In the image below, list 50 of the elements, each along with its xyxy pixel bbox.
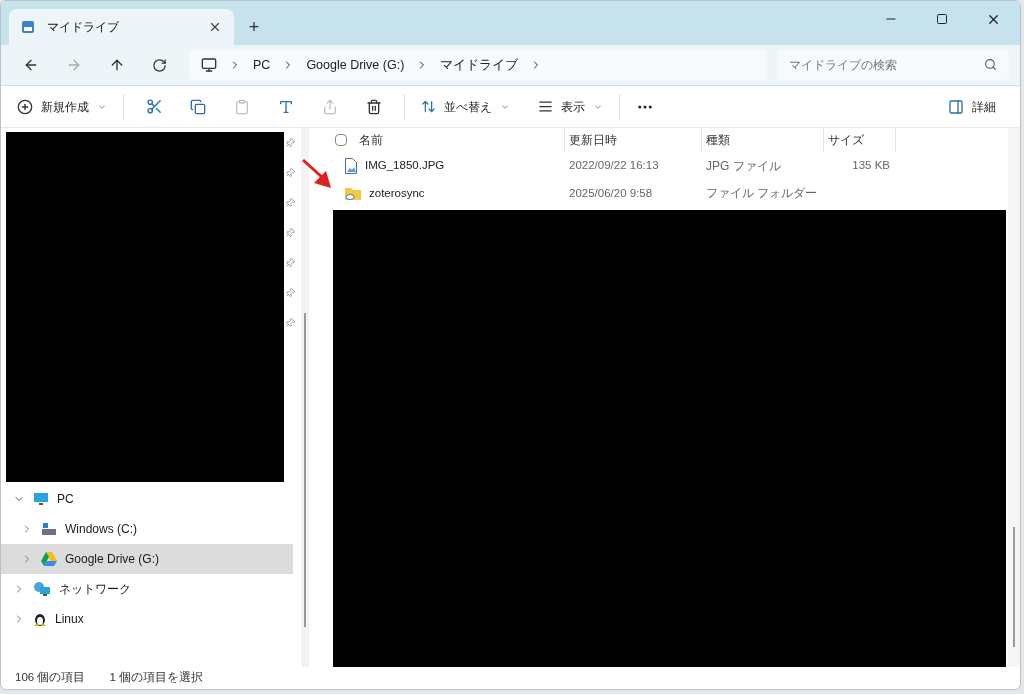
size-cell: 135 KB: [852, 159, 890, 172]
status-text: 106 個の項目: [15, 670, 86, 686]
monitor-icon: [201, 57, 217, 73]
breadcrumb[interactable]: Google Drive (G:): [306, 55, 405, 75]
sort-button[interactable]: 並べ替え: [413, 90, 518, 123]
tree-item[interactable]: ネットワーク: [1, 574, 293, 604]
image-file-icon: [345, 158, 357, 175]
drive-icon: [21, 20, 35, 34]
search-field[interactable]: マイドライブの検索: [777, 50, 1009, 80]
new-tab-button[interactable]: +: [234, 9, 274, 45]
file-name: IMG_1850.JPG: [365, 158, 445, 174]
file-name: zoterosync: [369, 185, 425, 201]
sort-icon: [421, 99, 436, 114]
details-button[interactable]: 詳細: [940, 90, 1004, 123]
monitor-icon: [33, 491, 49, 507]
tree-item[interactable]: PC: [1, 484, 293, 514]
checkbox[interactable]: [335, 134, 347, 147]
penguin-icon: [33, 611, 47, 627]
column-header[interactable]: 更新日時: [565, 128, 702, 153]
plus-icon: [17, 98, 33, 115]
tree-item[interactable]: Google Drive (G:): [1, 544, 293, 574]
refresh-icon[interactable]: [152, 57, 168, 73]
date-cell-text: 2022/09/22 16:13: [568, 158, 660, 174]
triangle-logo-icon: [41, 552, 57, 566]
address-bar[interactable]: PC Google Drive (G:) マイドライブ: [189, 50, 767, 80]
new-button[interactable]: 新規作成: [9, 90, 115, 123]
maximize-icon[interactable]: [936, 13, 948, 25]
column-header[interactable]: 名前: [333, 128, 565, 153]
panel-icon: [948, 98, 964, 115]
file-row[interactable]: IMG_1850.JPG 2022/09/22 16:13 JPG ファイル 135 KB: [333, 152, 1008, 180]
file-row[interactable]: zoterosync 2025/06/20 9:58 ファイル フォルダー: [333, 179, 1008, 208]
folder-icon: [345, 186, 361, 201]
tab[interactable]: マイドライブ: [9, 9, 234, 45]
date-cell-text: 2025/06/20 9:58: [568, 185, 654, 201]
breadcrumb[interactable]: PC: [253, 55, 271, 75]
status-text: 1 個の項目を選択: [109, 670, 203, 686]
search-icon: [984, 58, 997, 71]
tab-title: マイドライブ: [47, 19, 120, 36]
type-cell-text: ファイル フォルダー: [705, 185, 819, 203]
drive-icon: [41, 521, 57, 537]
tree-item[interactable]: Windows (C:): [1, 514, 293, 544]
column-header[interactable]: 種類: [702, 128, 824, 153]
column-header[interactable]: サイズ: [824, 128, 896, 153]
breadcrumb[interactable]: マイドライブ: [440, 55, 519, 75]
view-button[interactable]: 表示: [530, 90, 611, 123]
type-cell-text: JPG ファイル: [705, 158, 782, 176]
tree-item[interactable]: Linux: [1, 604, 293, 634]
close-icon[interactable]: [208, 20, 222, 34]
list-icon: [538, 99, 553, 114]
network-icon: [33, 581, 51, 597]
